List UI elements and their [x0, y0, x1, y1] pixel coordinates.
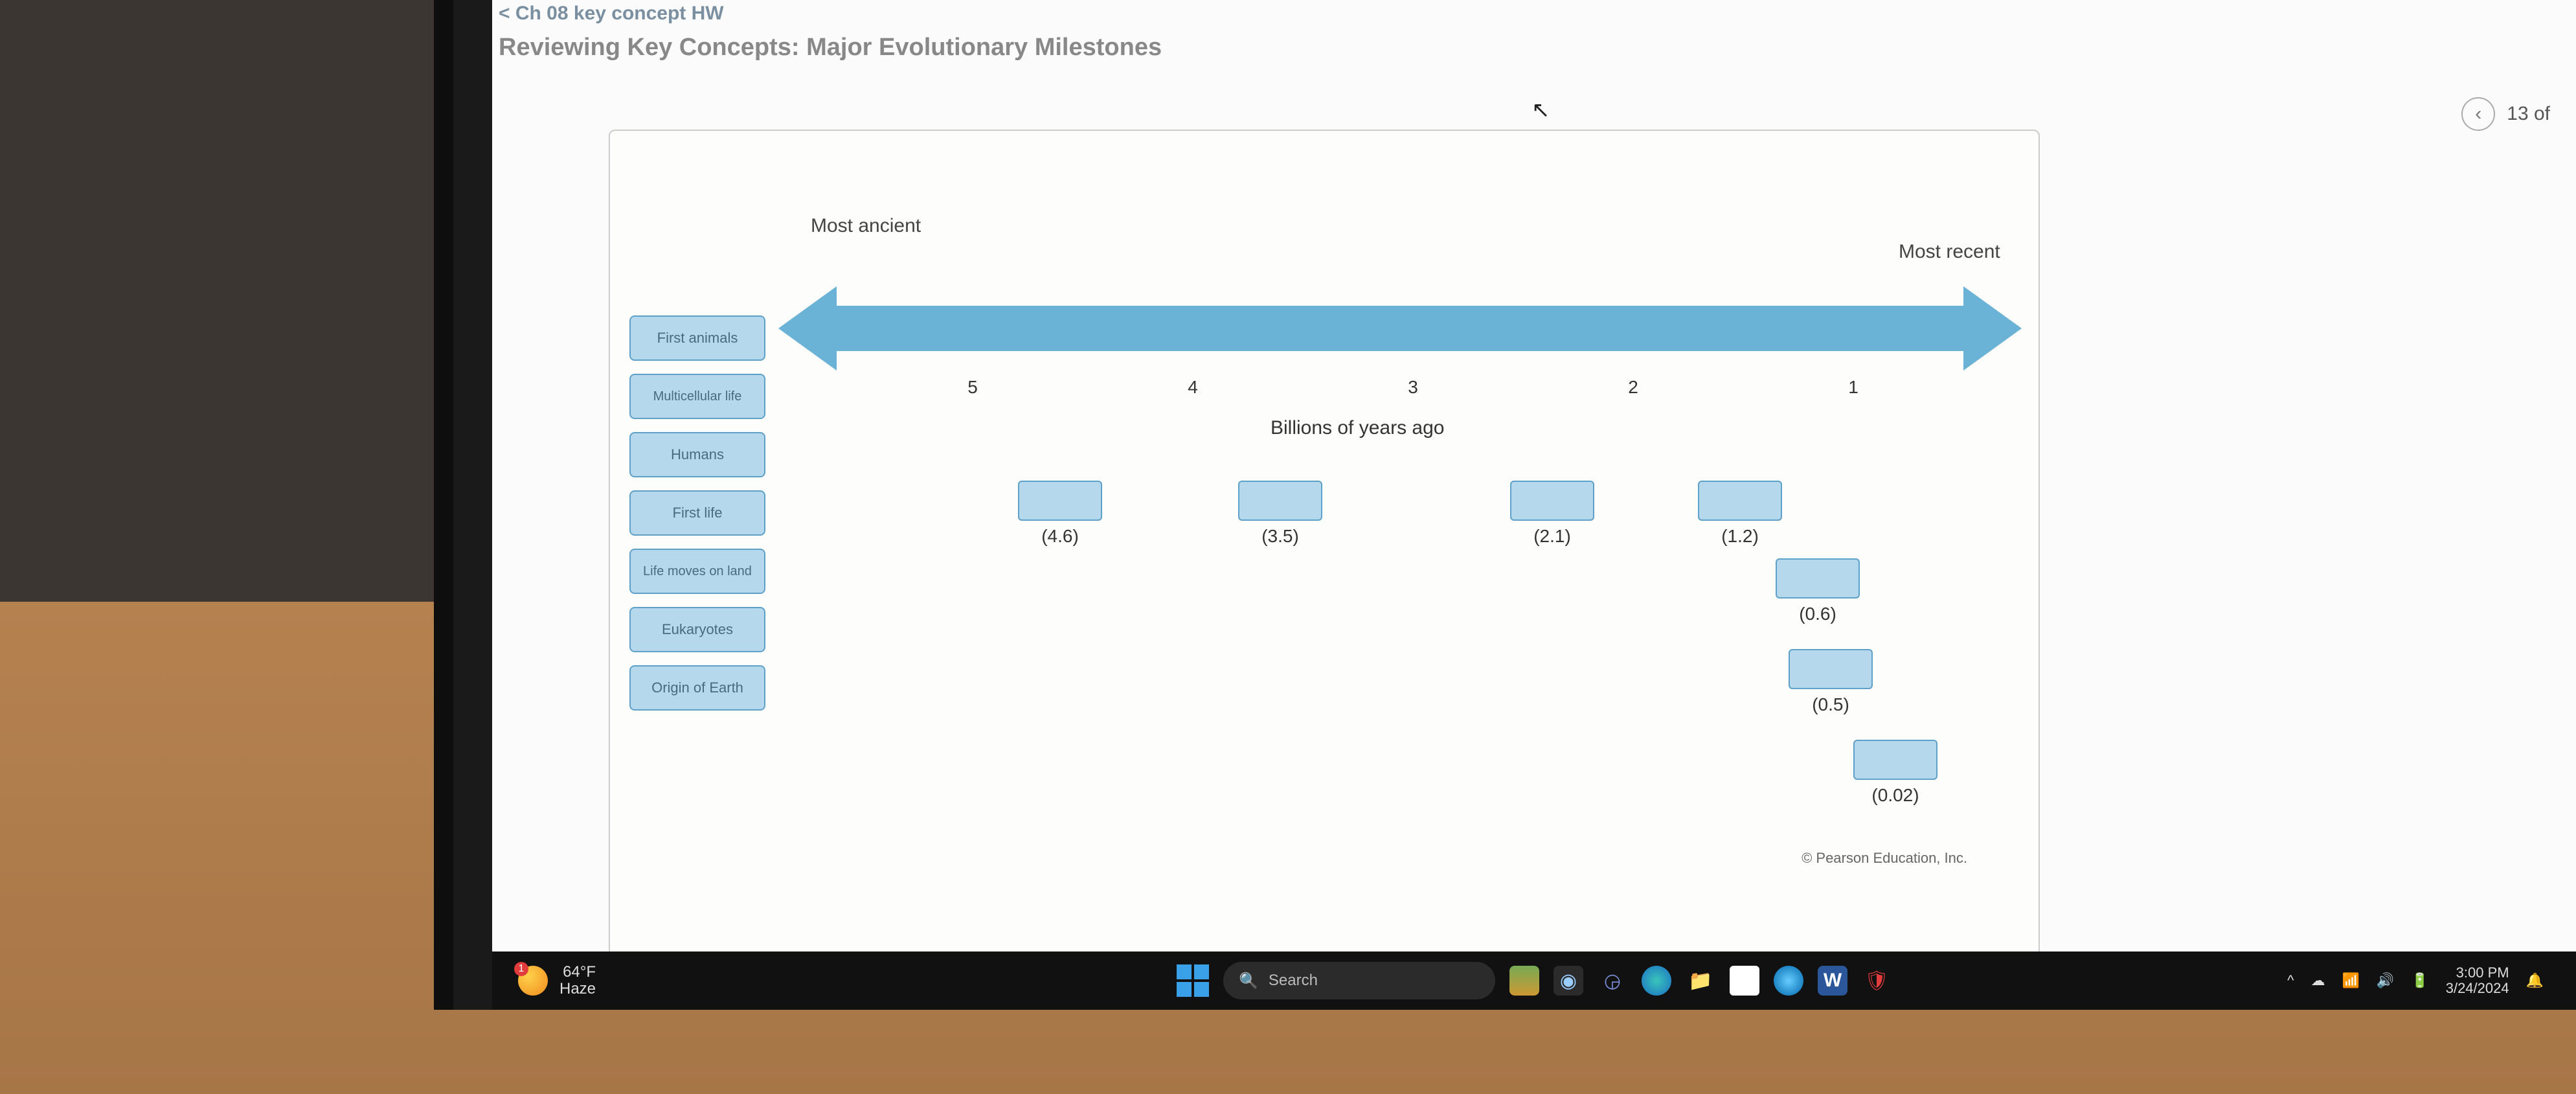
weather-temp: 64°F [563, 964, 596, 981]
tray-notifications-icon[interactable]: 🔔 [2526, 972, 2544, 989]
slot-3-5[interactable] [1238, 481, 1322, 521]
weather-icon: 1 [518, 966, 548, 996]
taskbar-mcafee-icon[interactable]: 🛡 [1862, 966, 1892, 996]
taskbar-edge-icon[interactable] [1642, 966, 1671, 996]
drop-slots: (4.6) (3.5) (2.1) (1.2) (0.6) (0.5) (0.0… [610, 131, 2039, 957]
slot-1-2[interactable] [1698, 481, 1782, 521]
chevron-left-icon: ‹ [2475, 103, 2481, 125]
slot-label-0-6: (0.6) [1799, 604, 1836, 624]
tray-volume-icon[interactable]: 🔊 [2377, 972, 2394, 989]
taskbar-app-1[interactable] [1509, 966, 1539, 996]
search-placeholder: Search [1269, 972, 1318, 990]
taskbar-time: 3:00 PM [2456, 965, 2509, 981]
taskbar-word-icon[interactable]: W [1818, 966, 1847, 996]
notification-badge: 1 [514, 962, 528, 976]
start-button[interactable] [1177, 964, 1209, 997]
slot-label-1-2: (1.2) [1721, 526, 1759, 547]
taskbar-date: 3/24/2024 [2446, 981, 2509, 996]
tray-battery-icon[interactable]: 🔋 [2411, 972, 2428, 989]
tray-chevron-icon[interactable]: ^ [2287, 972, 2294, 989]
windows-taskbar: 1 64°F Haze 🔍 Search ◉ ◶ 📁 [492, 952, 2576, 1010]
cursor-icon: ↖ [1531, 97, 1550, 123]
taskbar-teams-icon[interactable]: ◶ [1598, 966, 1627, 996]
screen-content: < Ch 08 key concept HW Reviewing Key Con… [492, 0, 2576, 1010]
slot-0-5[interactable] [1789, 649, 1873, 689]
slot-label-0-02: (0.02) [1871, 785, 1919, 806]
copyright-text: © Pearson Education, Inc. [1802, 850, 1967, 867]
slot-label-3-5: (3.5) [1261, 526, 1299, 547]
slot-4-6[interactable] [1018, 481, 1102, 521]
slot-0-6[interactable] [1776, 558, 1860, 598]
activity-panel: First animals Multicellular life Humans … [609, 130, 2040, 959]
tray-wifi-icon[interactable]: 📶 [2342, 972, 2360, 989]
page-indicator: 13 of [2507, 103, 2550, 125]
taskbar-clock[interactable]: 3:00 PM 3/24/2024 [2446, 965, 2509, 996]
slot-2-1[interactable] [1510, 481, 1594, 521]
page-title: Reviewing Key Concepts: Major Evolutiona… [499, 34, 1162, 62]
taskbar-app-globe-icon[interactable] [1774, 966, 1803, 996]
taskbar-app-2[interactable]: ◉ [1554, 966, 1583, 996]
taskbar-tray: ^ ☁ 📶 🔊 🔋 3:00 PM 3/24/2024 🔔 [2287, 965, 2576, 996]
monitor-bezel: < Ch 08 key concept HW Reviewing Key Con… [434, 0, 2576, 1010]
search-icon: 🔍 [1239, 972, 1258, 990]
taskbar-weather[interactable]: 1 64°F Haze [492, 964, 596, 998]
slot-0-02[interactable] [1853, 740, 1938, 780]
tray-cloud-icon[interactable]: ☁ [2311, 972, 2325, 989]
prev-button[interactable]: ‹ [2461, 97, 2495, 131]
taskbar-search[interactable]: 🔍 Search [1223, 962, 1495, 999]
slot-label-4-6: (4.6) [1041, 526, 1079, 547]
taskbar-explorer-icon[interactable]: 📁 [1686, 966, 1715, 996]
page-nav: ‹ 13 of [2461, 97, 2550, 131]
weather-desc: Haze [559, 981, 596, 997]
breadcrumb[interactable]: < Ch 08 key concept HW [499, 3, 724, 25]
slot-label-0-5: (0.5) [1812, 694, 1849, 715]
taskbar-center: 🔍 Search ◉ ◶ 📁 W 🛡 [1177, 962, 1892, 999]
slot-label-2-1: (2.1) [1533, 526, 1571, 547]
taskbar-store-icon[interactable] [1730, 966, 1759, 996]
